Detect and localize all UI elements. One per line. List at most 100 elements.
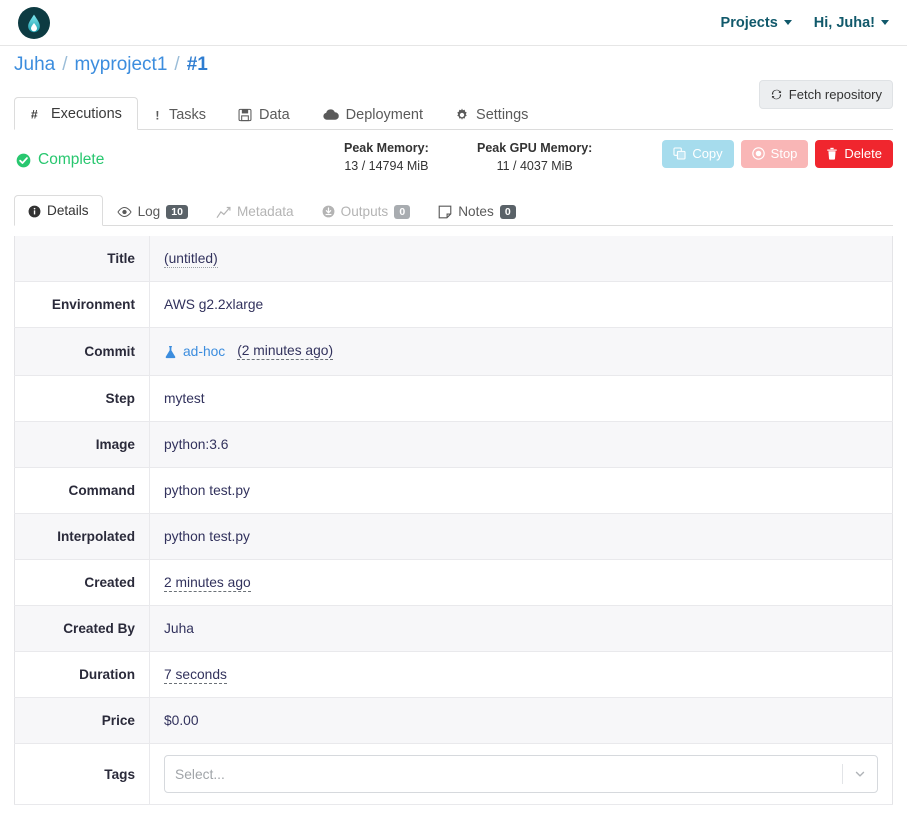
row-label-duration: Duration bbox=[14, 651, 150, 698]
primary-tab-bar: # Executions ! Tasks Data Deployment Set… bbox=[14, 80, 893, 131]
table-row: Duration 7 seconds bbox=[14, 651, 893, 698]
duration-value[interactable]: 7 seconds bbox=[164, 667, 227, 684]
exclamation-icon: ! bbox=[154, 108, 162, 122]
subtab-log[interactable]: Log 10 bbox=[103, 196, 202, 227]
subtab-log-label: Log bbox=[137, 203, 161, 219]
row-value-created-by: Juha bbox=[164, 621, 194, 636]
row-label-command: Command bbox=[14, 467, 150, 514]
tab-tasks-label: Tasks bbox=[168, 106, 207, 123]
row-label-step: Step bbox=[14, 375, 150, 422]
sticky-note-icon bbox=[438, 205, 452, 219]
tags-select[interactable]: Select... bbox=[164, 755, 878, 793]
gear-icon bbox=[455, 108, 469, 122]
subtab-metadata[interactable]: Metadata bbox=[202, 196, 308, 226]
subtab-notes[interactable]: Notes 0 bbox=[424, 196, 530, 227]
row-label-interpolated: Interpolated bbox=[14, 513, 150, 560]
cloud-icon bbox=[322, 108, 339, 121]
row-value-duration: 7 seconds bbox=[150, 652, 893, 698]
subtab-details[interactable]: Details bbox=[14, 195, 103, 226]
commit-link[interactable]: ad-hoc bbox=[183, 344, 225, 359]
row-value-step: mytest bbox=[164, 391, 205, 406]
tab-tasks[interactable]: ! Tasks bbox=[138, 98, 222, 131]
row-value-interpolated: python test.py bbox=[164, 529, 250, 544]
breadcrumb: Juha / myproject1 / #1 bbox=[0, 46, 907, 84]
trash-icon bbox=[826, 147, 838, 160]
status-badge: Complete bbox=[16, 151, 104, 169]
table-row: Interpolated python test.py bbox=[14, 513, 893, 560]
eye-icon bbox=[116, 206, 132, 218]
delete-button[interactable]: Delete bbox=[815, 140, 893, 168]
table-row: Commit ad-hoc (2 minutes ago) bbox=[14, 327, 893, 376]
row-label-created-by: Created By bbox=[14, 605, 150, 652]
row-value-command: python test.py bbox=[164, 483, 250, 498]
subtab-notes-badge: 0 bbox=[499, 204, 516, 219]
row-label-image: Image bbox=[14, 421, 150, 468]
stop-button[interactable]: Stop bbox=[740, 140, 809, 168]
row-label-tags: Tags bbox=[14, 743, 150, 805]
brand-logo[interactable] bbox=[18, 6, 50, 39]
peak-memory-value: 13 / 14794 MiB bbox=[344, 159, 429, 174]
nav-projects-dropdown[interactable]: Projects bbox=[721, 15, 792, 31]
peak-gpu-memory-value: 11 / 4037 MiB bbox=[496, 159, 573, 174]
row-value-created: 2 minutes ago bbox=[150, 560, 893, 606]
table-row: Step mytest bbox=[14, 375, 893, 422]
row-value-price: $0.00 bbox=[164, 713, 199, 728]
status-label: Complete bbox=[38, 151, 105, 168]
subtab-outputs[interactable]: Outputs 0 bbox=[308, 196, 425, 227]
nav-projects-label: Projects bbox=[720, 14, 778, 31]
tab-settings[interactable]: Settings bbox=[439, 98, 544, 131]
table-row: Price $0.00 bbox=[14, 697, 893, 744]
row-label-price: Price bbox=[14, 697, 150, 744]
tab-deployment-label: Deployment bbox=[345, 106, 424, 123]
fetch-repository-button[interactable]: Fetch repository bbox=[758, 80, 893, 109]
commit-time[interactable]: (2 minutes ago) bbox=[237, 343, 334, 360]
chevron-down-icon[interactable] bbox=[843, 767, 877, 781]
created-value[interactable]: 2 minutes ago bbox=[164, 575, 251, 592]
flask-icon bbox=[164, 345, 177, 359]
top-navbar: Projects Hi, Juha! bbox=[0, 0, 907, 46]
execution-details-table: Title (untitled) Environment AWS g2.2xla… bbox=[14, 236, 893, 805]
subtab-metadata-label: Metadata bbox=[236, 204, 294, 220]
fetch-repository-label: Fetch repository bbox=[788, 87, 882, 102]
chevron-down-icon bbox=[881, 20, 889, 25]
chevron-down-icon bbox=[783, 20, 792, 25]
copy-button[interactable]: Copy bbox=[662, 140, 734, 168]
subtab-log-badge: 10 bbox=[166, 204, 188, 219]
row-label-commit: Commit bbox=[14, 327, 150, 376]
chart-line-icon bbox=[216, 206, 231, 219]
app-logo-flame-icon bbox=[18, 6, 50, 39]
svg-text:#: # bbox=[31, 107, 38, 121]
tab-data-label: Data bbox=[259, 106, 290, 123]
breadcrumb-project[interactable]: myproject1 bbox=[74, 54, 167, 76]
row-value-commit: ad-hoc (2 minutes ago) bbox=[150, 328, 893, 376]
execution-action-buttons: Copy Stop Delete bbox=[662, 140, 893, 168]
table-row: Command python test.py bbox=[14, 467, 893, 514]
table-row: Created 2 minutes ago bbox=[14, 559, 893, 606]
peak-gpu-memory-title: Peak GPU Memory: bbox=[477, 141, 593, 155]
breadcrumb-user[interactable]: Juha bbox=[14, 54, 55, 76]
table-row: Tags Select... bbox=[14, 743, 893, 805]
stop-button-label: Stop bbox=[770, 146, 798, 161]
subtab-outputs-label: Outputs bbox=[340, 203, 389, 219]
title-value[interactable]: (untitled) bbox=[164, 251, 218, 268]
sync-icon bbox=[770, 88, 783, 101]
peak-memory-title: Peak Memory: bbox=[344, 141, 429, 155]
table-row: Created By Juha bbox=[14, 605, 893, 652]
breadcrumb-current-execution: #1 bbox=[186, 54, 208, 75]
tab-executions[interactable]: # Executions bbox=[14, 96, 138, 130]
subtab-notes-label: Notes bbox=[458, 203, 494, 219]
tab-data[interactable]: Data bbox=[222, 98, 306, 131]
tab-deployment[interactable]: Deployment bbox=[306, 98, 439, 131]
tags-select-placeholder: Select... bbox=[175, 766, 225, 782]
row-label-environment: Environment bbox=[14, 281, 150, 328]
nav-user-label: Hi, Juha! bbox=[813, 14, 875, 31]
detail-tab-bar: Details Log 10 Metadata Outputs 0 Notes … bbox=[14, 192, 893, 226]
row-value-title: (untitled) bbox=[150, 236, 893, 282]
subtab-details-label: Details bbox=[47, 203, 89, 219]
table-row: Title (untitled) bbox=[14, 236, 893, 282]
check-circle-icon bbox=[16, 153, 31, 168]
nav-user-dropdown[interactable]: Hi, Juha! bbox=[814, 15, 889, 31]
peak-memory-block: Peak Memory: 13 / 14794 MiB bbox=[344, 139, 429, 175]
breadcrumb-separator: / bbox=[62, 54, 68, 75]
table-row: Image python:3.6 bbox=[14, 421, 893, 468]
